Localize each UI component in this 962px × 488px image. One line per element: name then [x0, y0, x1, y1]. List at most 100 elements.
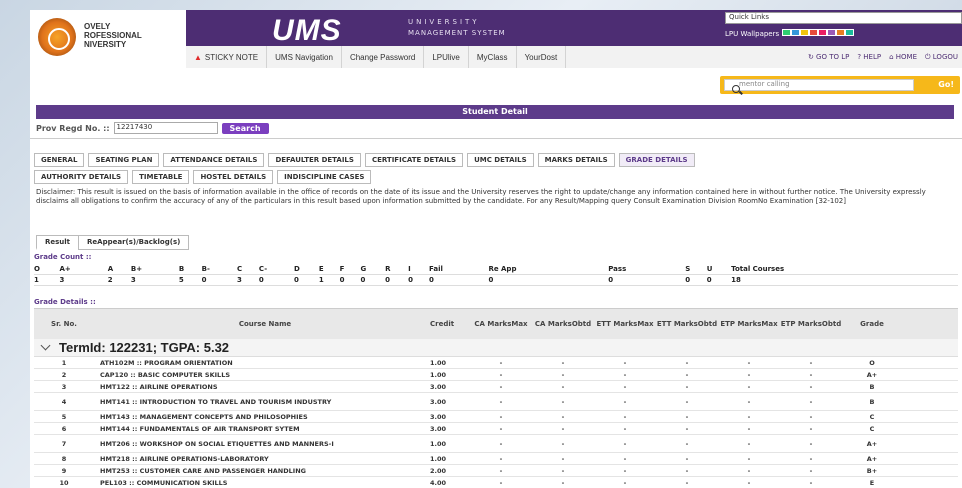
grade-details-title: Grade Details :: — [34, 298, 96, 306]
table-row: 8 HMT218 :: AIRLINE OPERATIONS-LABORATORY… — [34, 453, 958, 465]
row-credit: 4.00 — [430, 478, 447, 487]
grade-count-value: 18 — [731, 274, 958, 286]
grade-count-value: 1 — [318, 274, 340, 286]
search-icon — [732, 85, 740, 93]
grade-count-value: 0 — [339, 274, 361, 286]
wallpaper-swatch[interactable] — [818, 29, 828, 36]
row-marks: - — [561, 466, 565, 475]
wallpaper-swatch[interactable] — [827, 29, 837, 36]
subtab-result[interactable]: Result — [36, 235, 80, 250]
subtab-reappear[interactable]: ReAppear(s)/Backlog(s) — [78, 235, 190, 250]
home-link[interactable]: ⌂ HOME — [889, 53, 917, 61]
university-logo[interactable]: OVELY ROFESSIONAL NIVERSITY — [30, 10, 186, 68]
grade-count-header: O — [34, 264, 60, 275]
nav-yourdost[interactable]: YourDost — [517, 46, 567, 68]
nav-myclass[interactable]: MyClass — [469, 46, 517, 68]
term-group-row[interactable]: TermId: 122231; TGPA: 5.32 — [34, 339, 958, 357]
row-credit: 1.00 — [430, 439, 447, 448]
reg-number-input[interactable]: 12217430 — [113, 122, 218, 134]
tab-defaulter-details[interactable]: DEFAULTER DETAILS — [268, 153, 361, 167]
tab-general[interactable]: GENERAL — [34, 153, 85, 167]
wallpaper-swatch[interactable] — [791, 29, 801, 36]
nav-ums-navigation[interactable]: UMS Navigation — [267, 46, 342, 68]
col-credit: Credit — [430, 320, 455, 328]
nav-sticky-note[interactable]: ▲ STICKY NOTE — [186, 46, 268, 68]
row-credit: 1.00 — [430, 454, 447, 463]
row-marks: - — [561, 424, 565, 433]
row-course-name: HMT206 :: WORKSHOP ON SOCIAL ETIQUETTES … — [100, 439, 334, 448]
wallpaper-swatch[interactable] — [782, 29, 792, 36]
row-grade: A+ — [866, 439, 878, 448]
row-marks: - — [809, 424, 813, 433]
tab-timetable[interactable]: TIMETABLE — [132, 170, 190, 184]
nav-change-password[interactable]: Change Password — [342, 46, 425, 68]
grade-count-header: Fail — [428, 264, 489, 275]
grade-count-value: 1 — [34, 274, 60, 286]
row-marks: - — [747, 454, 751, 463]
tab-seating-plan[interactable]: SEATING PLAN — [88, 153, 160, 167]
row-credit: 3.00 — [430, 397, 447, 406]
wallpaper-swatch[interactable] — [836, 29, 846, 36]
wallpaper-swatch[interactable] — [800, 29, 810, 36]
search-input[interactable]: mentor calling — [724, 79, 914, 93]
page-frame: OVELY ROFESSIONAL NIVERSITY UMS UNIVERSI… — [30, 10, 962, 488]
row-marks: - — [809, 358, 813, 367]
pin-icon: ▲ — [194, 52, 202, 62]
row-credit: 1.00 — [430, 370, 447, 379]
row-marks: - — [685, 358, 689, 367]
tab-authority-details[interactable]: AUTHORITY DETAILS — [34, 170, 129, 184]
tab-hostel-details[interactable]: HOSTEL DETAILS — [193, 170, 274, 184]
row-marks: - — [499, 424, 503, 433]
disclaimer-text: Disclaimer: This result is issued on the… — [36, 188, 926, 205]
row-marks: - — [499, 370, 503, 379]
grade-count-value: 5 — [178, 274, 202, 286]
row-marks: - — [561, 454, 565, 463]
chevron-down-icon[interactable] — [40, 340, 51, 351]
tab-certificate-details[interactable]: CERTIFICATE DETAILS — [364, 153, 464, 167]
detail-tabs: GENERAL SEATING PLAN ATTENDANCE DETAILS … — [34, 153, 958, 187]
grade-details-header: Sr. No. Course Name Credit CA MarksMax C… — [34, 308, 958, 339]
table-row: 10 PEL103 :: COMMUNICATION SKILLS 4.00 - - - -… — [34, 477, 958, 488]
row-marks: - — [623, 478, 627, 487]
row-marks: - — [623, 412, 627, 421]
tab-marks-details[interactable]: MARKS DETAILS — [537, 153, 615, 167]
table-row: 2 CAP120 :: BASIC COMPUTER SKILLS 1.00 - - - -… — [34, 369, 958, 381]
row-grade: A+ — [866, 454, 878, 463]
quick-links-select[interactable]: Quick Links — [725, 12, 962, 24]
tab-indiscipline-cases[interactable]: INDISCIPLINE CASES — [277, 170, 372, 184]
reg-search-button[interactable]: Search — [221, 122, 269, 134]
university-name: OVELY ROFESSIONAL NIVERSITY — [84, 22, 142, 49]
row-marks: - — [623, 466, 627, 475]
row-marks: - — [809, 397, 813, 406]
term-summary: TermId: 122231; TGPA: 5.32 — [59, 340, 230, 355]
table-row: 5 HMT143 :: MANAGEMENT CONCEPTS AND PHILO… — [34, 411, 958, 423]
row-sr-no: 5 — [61, 412, 67, 421]
row-marks: - — [561, 382, 565, 391]
row-course-name: HMT144 :: FUNDAMENTALS OF AIR TRANSPORT … — [100, 424, 300, 433]
tab-umc-details[interactable]: UMC DETAILS — [467, 153, 534, 167]
tab-grade-details[interactable]: GRADE DETAILS — [618, 153, 695, 167]
go-to-lp-link[interactable]: ↻ GO TO LP — [808, 53, 849, 61]
wallpaper-swatch[interactable] — [845, 29, 855, 36]
row-marks: - — [499, 382, 503, 391]
grade-count-value: 0 — [360, 274, 386, 286]
row-course-name: HMT122 :: AIRLINE OPERATIONS — [100, 382, 218, 391]
nav-lpulive[interactable]: LPUlive — [424, 46, 469, 68]
row-sr-no: 1 — [61, 358, 67, 367]
row-marks: - — [747, 478, 751, 487]
table-row: 7 HMT206 :: WORKSHOP ON SOCIAL ETIQUETTES… — [34, 435, 958, 453]
logout-link[interactable]: ⏻ LOGOU — [925, 53, 958, 62]
row-marks: - — [499, 412, 503, 421]
tab-attendance-details[interactable]: ATTENDANCE DETAILS — [163, 153, 265, 167]
row-marks: - — [747, 466, 751, 475]
row-credit: 3.00 — [430, 424, 447, 433]
search-go-button[interactable]: Go! — [938, 80, 954, 89]
row-credit: 3.00 — [430, 412, 447, 421]
row-marks: - — [685, 382, 689, 391]
grade-count-value: 0 — [488, 274, 609, 286]
help-link[interactable]: ? HELP — [857, 53, 881, 61]
grade-count-header: C- — [258, 264, 294, 275]
wallpaper-swatch[interactable] — [809, 29, 819, 36]
row-sr-no: 6 — [61, 424, 67, 433]
university-seal-icon — [38, 18, 76, 56]
